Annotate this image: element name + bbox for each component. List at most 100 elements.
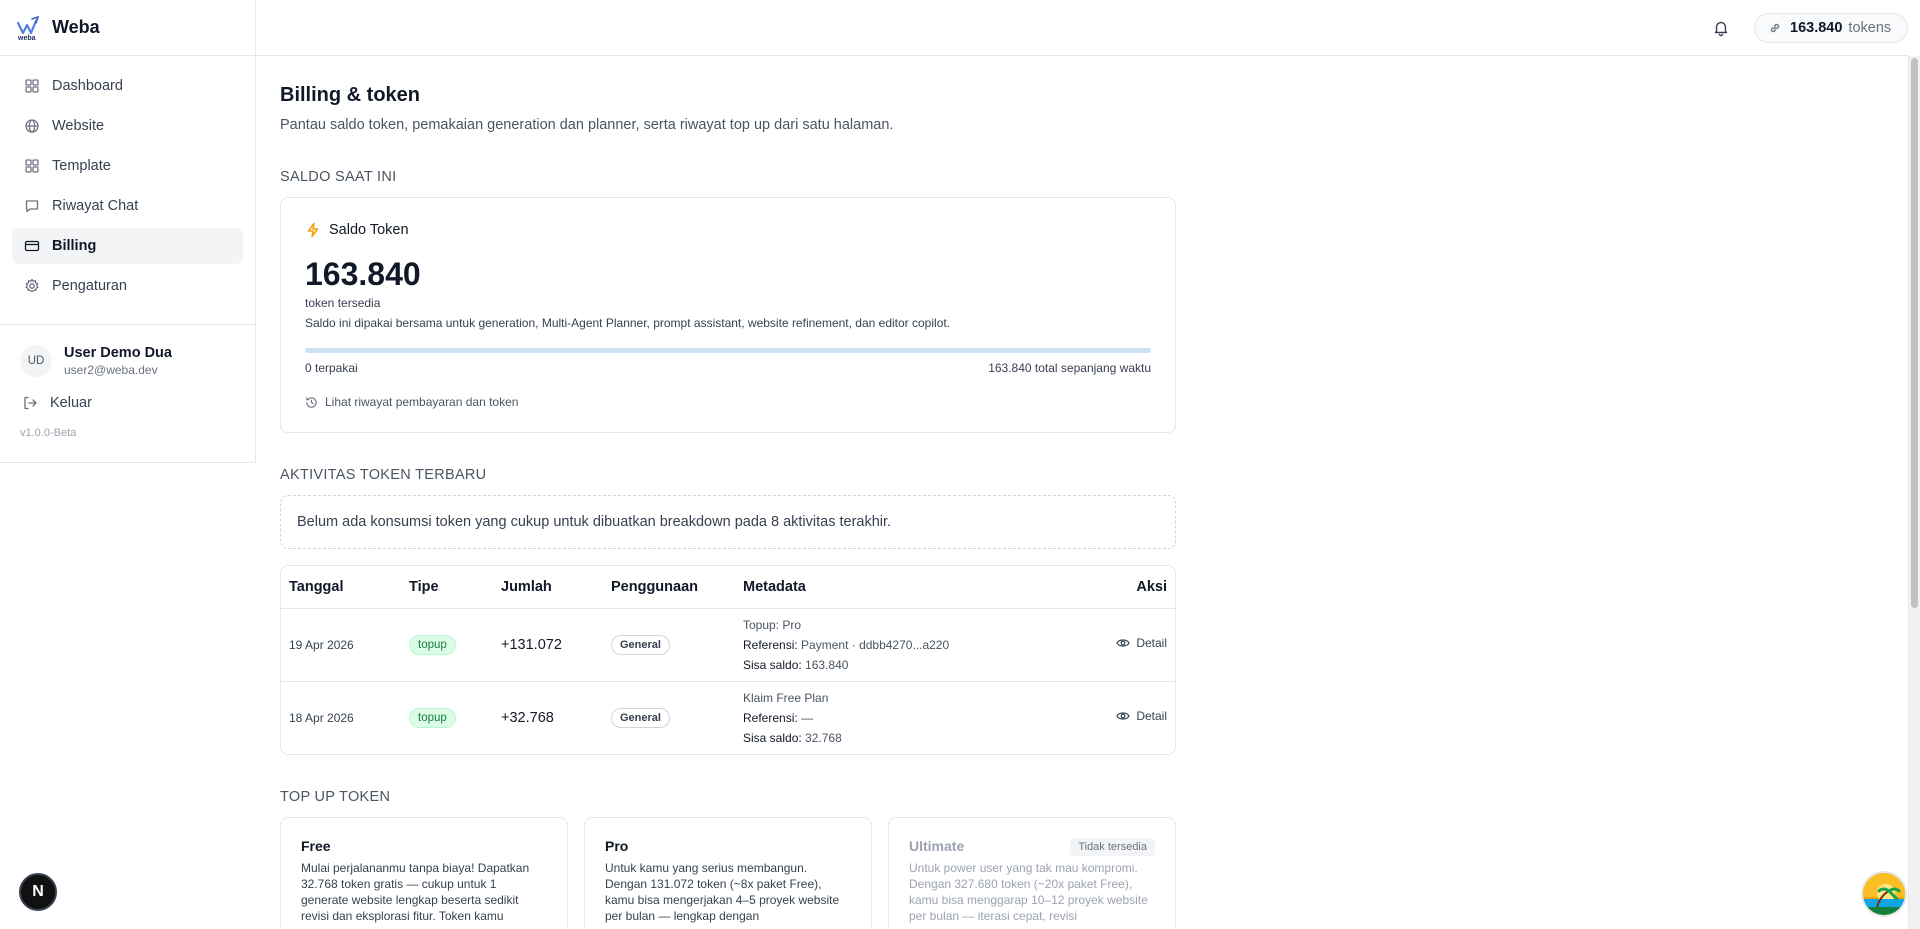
plan-name: Free: [301, 838, 331, 854]
logo-text: weba: [17, 35, 36, 41]
sidebar-item-riwayat-chat[interactable]: Riwayat Chat: [12, 188, 243, 224]
beach-avatar-icon: [1863, 873, 1905, 915]
sidebar-nav: Dashboard Website Template Riwayat Chat …: [0, 56, 255, 304]
eye-icon: [1116, 639, 1130, 647]
cell-metadata: Klaim Free Plan Referensi: — Sisa saldo:…: [735, 681, 1075, 754]
activity-table-card: Tanggal Tipe Jumlah Penggunaan Metadata …: [280, 565, 1176, 755]
usage-badge: General: [611, 707, 670, 728]
section-title-saldo: SALDO SAAT INI: [280, 169, 397, 185]
lightning-icon: [307, 222, 319, 238]
balance-amount: 163.840: [305, 256, 421, 292]
assistant-avatar-button[interactable]: [1861, 871, 1907, 917]
usage-progress-bar: [305, 348, 1151, 353]
token-unit: tokens: [1848, 20, 1892, 36]
sidebar-item-pengaturan[interactable]: Pengaturan: [12, 268, 243, 304]
type-badge: topup: [409, 634, 456, 655]
plan-description: Untuk power user yang tak mau kompromi. …: [909, 861, 1148, 923]
sidebar-item-label: Billing: [52, 238, 97, 254]
page-subtitle: Pantau saldo token, pemakaian generation…: [280, 117, 894, 133]
balance-card: Saldo Token 163.840 token tersedia Saldo…: [280, 197, 1176, 433]
sidebar-item-template[interactable]: Template: [12, 148, 243, 184]
table-row: 18 Apr 2026 topup +32.768 General Klaim …: [281, 681, 1175, 754]
scrollbar[interactable]: [1908, 56, 1920, 929]
history-icon: [306, 396, 317, 408]
history-link[interactable]: Lihat riwayat pembayaran dan token: [305, 395, 1151, 409]
gear-icon: [25, 278, 39, 293]
plan-description: Untuk kamu yang serius membangun. Dengan…: [605, 861, 840, 923]
section-title-aktivitas: AKTIVITAS TOKEN TERBARU: [280, 467, 487, 483]
column-header-amount: Jumlah: [493, 566, 603, 609]
column-header-type: Tipe: [401, 566, 493, 609]
plan-name: Pro: [605, 838, 629, 854]
layout-icon: [25, 159, 39, 173]
token-balance-pill[interactable]: 163.840 tokens: [1754, 13, 1908, 43]
meta-ref-label: Referensi:: [743, 710, 798, 725]
plan-card-pro[interactable]: Pro Untuk kamu yang serius membangun. De…: [584, 817, 872, 929]
unavailable-badge: Tidak tersedia: [1070, 838, 1155, 856]
detail-button-label: Detail: [1136, 709, 1167, 724]
scrollbar-thumb[interactable]: [1911, 58, 1918, 608]
topbar: 163.840 tokens: [256, 0, 1908, 56]
avatar: UD: [20, 345, 52, 377]
cell-date: 19 Apr 2026: [281, 608, 401, 682]
column-header-metadata: Metadata: [735, 566, 1075, 609]
meta-ref-value: Payment · ddbb4270...a220: [801, 637, 950, 652]
weba-logo-icon: weba: [16, 15, 40, 41]
activity-table: Tanggal Tipe Jumlah Penggunaan Metadata …: [281, 566, 1175, 754]
empty-activity-message: Belum ada konsumsi token yang cukup untu…: [280, 495, 1176, 549]
brand[interactable]: weba Weba: [0, 0, 255, 56]
detail-button-label: Detail: [1136, 636, 1167, 650]
sidebar-item-label: Template: [52, 158, 111, 174]
progress-labels: 0 terpakai 163.840 total sepanjang waktu: [305, 361, 1151, 375]
sidebar-item-label: Riwayat Chat: [52, 198, 139, 214]
detail-button[interactable]: Detail: [1116, 636, 1167, 650]
meta-title: Klaim Free Plan: [743, 690, 829, 705]
sidebar: weba Weba Dashboard Website Template Riw…: [0, 0, 256, 463]
balance-amount-label: token tersedia: [305, 296, 381, 310]
column-header-date: Tanggal: [281, 566, 401, 609]
plan-card-ultimate: Ultimate Tidak tersedia Untuk power user…: [888, 817, 1176, 929]
column-header-action: Aksi: [1075, 566, 1175, 609]
total-label: 163.840 total sepanjang waktu: [988, 361, 1151, 375]
main-content: Billing & token Pantau saldo token, pema…: [280, 56, 1176, 929]
sidebar-item-label: Pengaturan: [52, 278, 127, 294]
section-title-topup: TOP UP TOKEN: [280, 789, 391, 805]
balance-description: Saldo ini dipakai bersama untuk generati…: [305, 316, 951, 330]
app-version: v1.0.0-Beta: [20, 427, 77, 439]
sidebar-item-dashboard[interactable]: Dashboard: [12, 68, 243, 104]
meta-ref-value: —: [801, 710, 814, 725]
logout-label: Keluar: [50, 395, 92, 411]
balance-card-title: Saldo Token: [329, 222, 409, 238]
link-icon: [1770, 23, 1780, 33]
globe-icon: [25, 119, 39, 133]
balance-card-header: Saldo Token: [305, 222, 1151, 238]
used-label: 0 terpakai: [305, 361, 358, 375]
type-badge: topup: [409, 707, 456, 728]
sidebar-item-website[interactable]: Website: [12, 108, 243, 144]
user-email: user2@weba.dev: [64, 363, 158, 377]
meta-ref-label: Referensi:: [743, 637, 798, 652]
detail-button[interactable]: Detail: [1116, 709, 1167, 723]
meta-balance-value: 163.840: [805, 657, 849, 672]
sidebar-item-label: Website: [52, 118, 105, 134]
user-profile[interactable]: UD User Demo Dua user2@weba.dev: [0, 325, 255, 377]
user-name: User Demo Dua: [64, 345, 172, 361]
logout-button[interactable]: Keluar: [0, 377, 255, 411]
cell-amount: +131.072: [493, 608, 603, 682]
plan-card-free[interactable]: Free Mulai perjalananmu tanpa biaya! Dap…: [280, 817, 568, 929]
message-icon: [25, 200, 39, 213]
plan-description: Mulai perjalananmu tanpa biaya! Dapatkan…: [301, 861, 530, 923]
app-name: Weba: [52, 17, 100, 37]
bell-icon[interactable]: [1712, 19, 1730, 37]
floating-n-button[interactable]: N: [19, 873, 57, 911]
table-row: 19 Apr 2026 topup +131.072 General Topup…: [281, 608, 1175, 682]
sidebar-item-billing[interactable]: Billing: [12, 228, 243, 264]
meta-title: Topup: Pro: [743, 617, 802, 632]
cell-amount: +32.768: [501, 709, 554, 726]
page-title: Billing & token: [280, 84, 420, 106]
grid-icon: [25, 79, 39, 93]
topup-plans: Free Mulai perjalananmu tanpa biaya! Dap…: [280, 817, 1176, 929]
sidebar-item-label: Dashboard: [52, 78, 123, 94]
token-count: 163.840: [1790, 20, 1843, 36]
usage-badge: General: [611, 634, 670, 655]
